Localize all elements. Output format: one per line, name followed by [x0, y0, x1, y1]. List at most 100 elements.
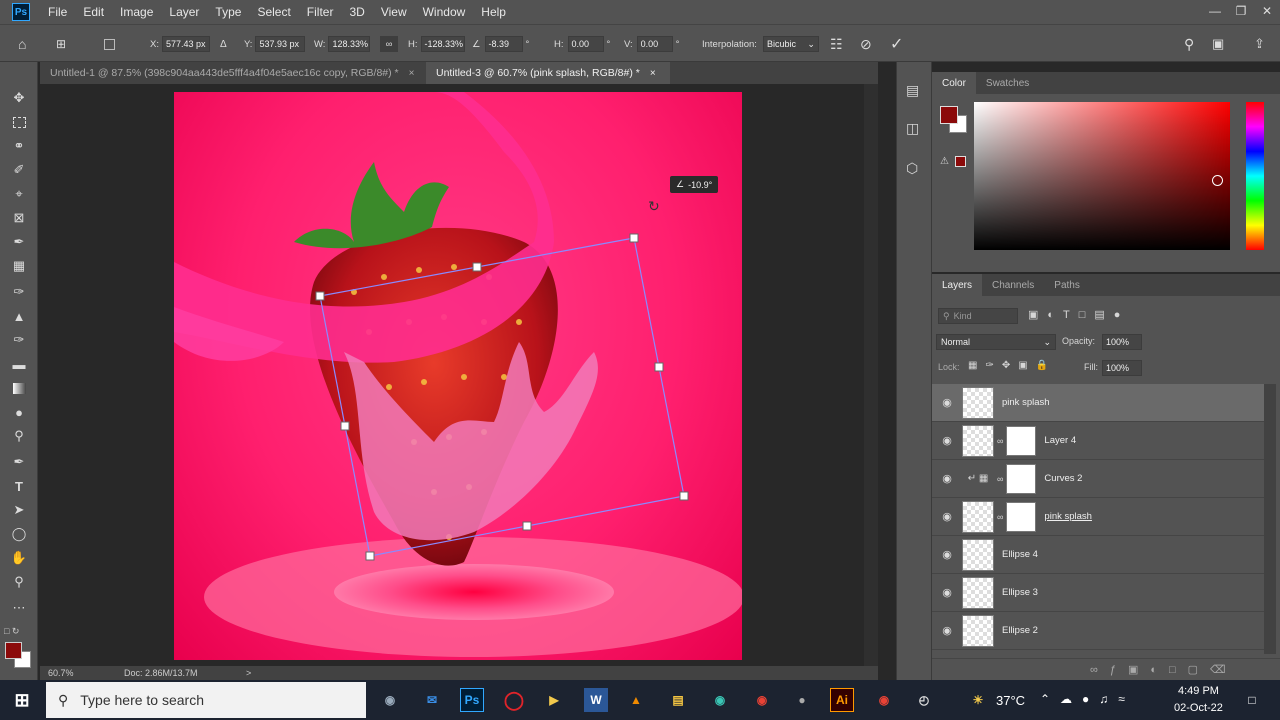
- clock-app-icon[interactable]: ◴: [912, 688, 936, 712]
- blur-tool-icon[interactable]: ●: [9, 402, 29, 422]
- healing-brush-tool-icon[interactable]: ▦: [9, 256, 29, 276]
- layer-row[interactable]: ◉ ∞ pink splash: [932, 498, 1264, 536]
- menu-edit[interactable]: Edit: [75, 0, 112, 24]
- height-field[interactable]: -128.33%: [420, 36, 465, 52]
- menu-file[interactable]: File: [40, 0, 75, 24]
- minimize-icon[interactable]: —: [1202, 0, 1228, 22]
- menu-view[interactable]: View: [373, 0, 415, 24]
- status-menu-arrow[interactable]: >: [246, 668, 251, 678]
- workspace-icon[interactable]: ▣: [1212, 36, 1224, 52]
- camera-app-icon[interactable]: ◉: [378, 688, 402, 712]
- windows-start-icon[interactable]: ⊞: [10, 688, 34, 712]
- reference-point-icon[interactable]: ⊞: [56, 36, 66, 52]
- clone-stamp-tool-icon[interactable]: ▲: [9, 306, 29, 326]
- document-canvas[interactable]: ∠ -10.9° ↻: [174, 92, 742, 660]
- blend-mode-select[interactable]: Normal ⌄: [936, 334, 1056, 350]
- angle-field[interactable]: -8.39: [484, 36, 523, 52]
- tab-untitled-3[interactable]: Untitled-3 @ 60.7% (pink splash, RGB/8#)…: [426, 62, 670, 84]
- layer-filter-kind[interactable]: ⚲ Kind: [938, 308, 1018, 324]
- notifications-icon[interactable]: □: [1240, 688, 1264, 712]
- quick-selection-tool-icon[interactable]: ✐: [9, 160, 29, 180]
- foreground-color-swatch[interactable]: [5, 642, 22, 659]
- app-icon[interactable]: ●: [790, 688, 814, 712]
- photoshop-taskbar-icon[interactable]: Ps: [460, 688, 484, 712]
- reference-checkbox[interactable]: [104, 36, 115, 52]
- crop-tool-icon[interactable]: ⌖: [9, 184, 29, 204]
- history-brush-tool-icon[interactable]: ✑: [9, 330, 29, 350]
- edge-app-icon[interactable]: ◉: [708, 688, 732, 712]
- eye-icon[interactable]: ◉: [932, 548, 962, 561]
- layer-row[interactable]: ◉ Ellipse 2: [932, 612, 1264, 650]
- opacity-field[interactable]: 100%: [1102, 334, 1142, 350]
- illustrator-app-icon[interactable]: Ai: [830, 688, 854, 712]
- layer-action-icons[interactable]: ∞ƒ▣◐□▢⌫: [1090, 663, 1238, 676]
- tab-layers[interactable]: Layers: [932, 274, 983, 296]
- 3d-panel-icon[interactable]: ⬡: [906, 160, 918, 177]
- gamut-swatch[interactable]: [955, 156, 966, 167]
- history-panel-icon[interactable]: ▤: [906, 82, 919, 99]
- adjustments-panel-icon[interactable]: ◫: [906, 120, 919, 137]
- taskbar-search[interactable]: ⚲ Type here to search: [46, 682, 366, 718]
- ellipse-tool-icon[interactable]: ◯: [9, 524, 29, 544]
- file-explorer-icon[interactable]: ▤: [666, 688, 690, 712]
- cancel-transform-icon[interactable]: ⊘: [860, 36, 872, 52]
- mail-app-icon[interactable]: ✉: [420, 688, 444, 712]
- eye-icon[interactable]: ◉: [932, 396, 962, 409]
- search-icon[interactable]: ⚲: [1184, 36, 1194, 52]
- eye-icon[interactable]: ◉: [932, 586, 962, 599]
- tab-paths[interactable]: Paths: [1044, 274, 1090, 296]
- x-field[interactable]: 577.43 px: [161, 36, 210, 52]
- color-field[interactable]: [974, 102, 1230, 250]
- layer-row[interactable]: ◉ ↵ ▦ ∞ Curves 2: [932, 460, 1264, 498]
- opera-app-icon[interactable]: ◯: [502, 688, 526, 712]
- frame-tool-icon[interactable]: ⊠: [9, 208, 29, 228]
- swap-colors-icon[interactable]: □ ↻: [4, 626, 34, 638]
- menu-layer[interactable]: Layer: [161, 0, 207, 24]
- eyedropper-tool-icon[interactable]: ✒: [9, 232, 29, 252]
- link-icon[interactable]: ∞: [380, 36, 398, 52]
- tab-untitled-1[interactable]: Untitled-1 @ 87.5% (398c904aa443de5fff4a…: [40, 62, 426, 84]
- layer-row[interactable]: ◉ pink splash: [932, 384, 1264, 422]
- lock-icons[interactable]: ▦✑✥▣🔒: [968, 360, 1056, 371]
- eye-icon[interactable]: ◉: [932, 510, 962, 523]
- move-tool-icon[interactable]: ✥: [9, 88, 29, 108]
- marquee-tool-icon[interactable]: [9, 112, 29, 132]
- brush-tool-icon[interactable]: ✑: [9, 282, 29, 302]
- gradient-tool-icon[interactable]: [9, 378, 29, 398]
- home-icon[interactable]: ⌂: [18, 36, 26, 52]
- hue-slider[interactable]: [1246, 102, 1264, 250]
- hand-tool-icon[interactable]: ✋: [9, 548, 29, 568]
- vskew-field[interactable]: 0.00: [636, 36, 673, 52]
- media-player-icon[interactable]: ▶: [542, 688, 566, 712]
- layer-filter-icons[interactable]: ▣◐T□▤●: [1028, 308, 1129, 321]
- close-icon[interactable]: ✕: [1254, 0, 1280, 22]
- layer-row[interactable]: ◉ ∞ Layer 4: [932, 422, 1264, 460]
- lasso-tool-icon[interactable]: ⚭: [9, 136, 29, 156]
- zoom-level[interactable]: 60.7%: [48, 668, 74, 678]
- tab-channels[interactable]: Channels: [982, 274, 1044, 296]
- path-selection-tool-icon[interactable]: ➤: [9, 500, 29, 520]
- eraser-tool-icon[interactable]: ▬: [9, 354, 29, 374]
- clock-time[interactable]: 4:49 PM: [1178, 685, 1219, 697]
- tab-close-icon[interactable]: ×: [650, 68, 656, 79]
- chrome-app-icon[interactable]: ◉: [750, 688, 774, 712]
- chrome-profile-icon[interactable]: ◉: [872, 688, 896, 712]
- share-icon[interactable]: ⇪: [1254, 36, 1265, 52]
- y-field[interactable]: 537.93 px: [255, 36, 306, 52]
- dodge-tool-icon[interactable]: ⚲: [9, 426, 29, 446]
- tab-close-icon[interactable]: ×: [409, 68, 415, 79]
- layer-row[interactable]: ◉ Ellipse 3: [932, 574, 1264, 612]
- menu-filter[interactable]: Filter: [299, 0, 342, 24]
- zoom-tool-icon[interactable]: ⚲: [9, 572, 29, 592]
- restore-icon[interactable]: ❐: [1228, 0, 1254, 22]
- interpolation-select[interactable]: Bicubic ⌄: [762, 36, 819, 52]
- tab-swatches[interactable]: Swatches: [976, 72, 1039, 94]
- vlc-app-icon[interactable]: ▲: [624, 688, 648, 712]
- pen-tool-icon[interactable]: ✒: [9, 452, 29, 472]
- menu-select[interactable]: Select: [249, 0, 298, 24]
- word-app-icon[interactable]: W: [584, 688, 608, 712]
- weather-temp[interactable]: 37°C: [996, 693, 1025, 708]
- system-tray-icons[interactable]: ⌃☁●♫≈: [1040, 692, 1135, 706]
- color-picker-cursor[interactable]: [1212, 175, 1223, 186]
- menu-image[interactable]: Image: [112, 0, 161, 24]
